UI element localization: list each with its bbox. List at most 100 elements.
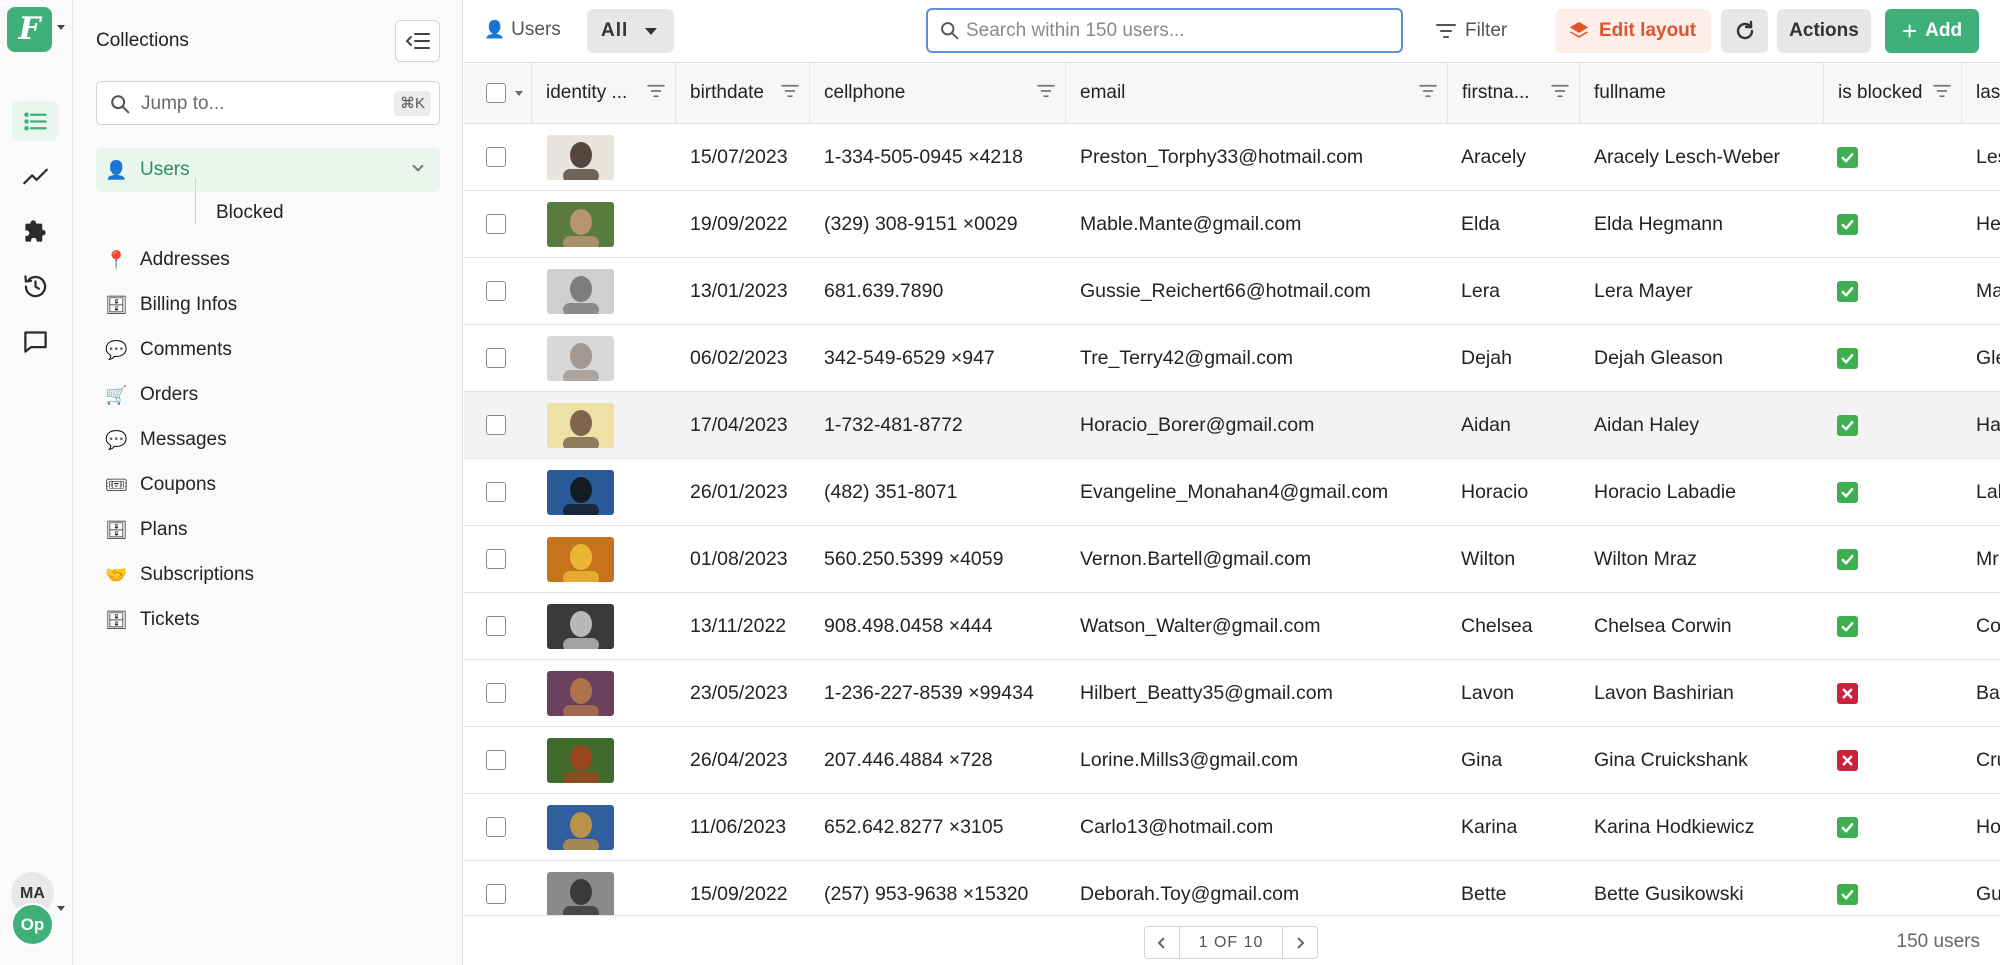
sidebar-item-plans[interactable]: 🗄 Plans (96, 508, 440, 552)
row-checkbox[interactable] (486, 750, 506, 770)
previous-page-button[interactable] (1145, 927, 1179, 958)
sidebar-item-addresses[interactable]: 📍 Addresses (96, 238, 440, 282)
cell-fullname[interactable]: Lavon Bashirian (1594, 660, 1734, 726)
page-indicator[interactable]: 1 OF 10 (1179, 927, 1283, 958)
row-checkbox[interactable] (486, 817, 506, 837)
column-header-identity[interactable]: identity ... (532, 63, 676, 123)
cell-last[interactable]: Ma (1976, 258, 2000, 324)
collapse-sidebar-button[interactable] (395, 20, 440, 62)
sidebar-item-coupons[interactable]: 🎟 Coupons (96, 463, 440, 507)
avatar[interactable] (547, 135, 614, 180)
table-row[interactable]: 17/04/2023 1-732-481-8772 Horacio_Borer@gm… (464, 392, 2000, 459)
cell-last[interactable]: Gu (1976, 861, 2000, 915)
cell-birthdate[interactable]: 17/04/2023 (690, 392, 788, 458)
row-checkbox[interactable] (486, 482, 506, 502)
sidebar-item-blocked[interactable]: Blocked (216, 202, 284, 224)
cell-cellphone[interactable]: 908.498.0458 ×444 (824, 593, 993, 659)
avatar[interactable] (547, 604, 614, 649)
next-page-button[interactable] (1283, 927, 1317, 958)
cell-cellphone[interactable]: 560.250.5399 ×4059 (824, 526, 1003, 592)
cell-last[interactable]: Ha (1976, 392, 2000, 458)
cell-last[interactable]: Les (1976, 124, 2000, 190)
cell-firstname[interactable]: Wilton (1461, 526, 1515, 592)
sidebar-item-billing-infos[interactable]: 🗄 Billing Infos (96, 283, 440, 327)
cell-last[interactable]: Ba (1976, 660, 2000, 726)
edit-layout-button[interactable]: Edit layout (1555, 9, 1711, 53)
cell-firstname[interactable]: Lera (1461, 258, 1500, 324)
cell-last[interactable]: He (1976, 191, 2000, 257)
cell-birthdate[interactable]: 15/09/2022 (690, 861, 788, 915)
select-all-checkbox[interactable] (486, 83, 506, 103)
cell-cellphone[interactable]: 1-732-481-8772 (824, 392, 963, 458)
cell-fullname[interactable]: Elda Hegmann (1594, 191, 1723, 257)
jump-to-input[interactable]: Jump to... ⌘K (96, 81, 440, 125)
column-header-fullname[interactable]: fullname (1580, 63, 1824, 123)
cell-last[interactable]: Lab (1976, 459, 2000, 525)
column-header-firstname[interactable]: firstna... (1448, 63, 1580, 123)
workspace-avatar[interactable]: Op (11, 903, 54, 946)
add-button[interactable]: + Add (1885, 9, 1979, 53)
cell-email[interactable]: Hilbert_Beatty35@gmail.com (1080, 660, 1333, 726)
rail-collections-button[interactable] (12, 101, 58, 141)
cell-cellphone[interactable]: (329) 308-9151 ×0029 (824, 191, 1018, 257)
cell-fullname[interactable]: Lera Mayer (1594, 258, 1693, 324)
search-input[interactable] (966, 16, 1386, 46)
cell-is-blocked[interactable] (1837, 325, 1858, 391)
cell-last[interactable]: Cru (1976, 727, 2000, 793)
cell-fullname[interactable]: Karina Hodkiewicz (1594, 794, 1754, 860)
avatar[interactable] (547, 336, 614, 381)
cell-email[interactable]: Gussie_Reichert66@hotmail.com (1080, 258, 1371, 324)
column-filter-icon[interactable] (1037, 84, 1055, 98)
cell-fullname[interactable]: Aracely Lesch-Weber (1594, 124, 1780, 190)
segment-select[interactable]: All (587, 9, 674, 53)
cell-is-blocked[interactable] (1837, 459, 1858, 525)
table-row[interactable]: 23/05/2023 1-236-227-8539 ×99434 Hilbert_B… (464, 660, 2000, 727)
avatar[interactable] (547, 805, 614, 850)
collection-breadcrumb[interactable]: 👤 Users (484, 19, 561, 41)
sidebar-item-users[interactable]: 👤 Users (96, 148, 440, 192)
cell-is-blocked[interactable] (1837, 526, 1858, 592)
cell-email[interactable]: Evangeline_Monahan4@gmail.com (1080, 459, 1388, 525)
rail-analytics-button[interactable] (12, 156, 58, 196)
cell-email[interactable]: Tre_Terry42@gmail.com (1080, 325, 1293, 391)
column-filter-icon[interactable] (1551, 84, 1569, 98)
table-row[interactable]: 15/09/2022 (257) 953-9638 ×15320 Deborah.T… (464, 861, 2000, 915)
avatar[interactable] (547, 202, 614, 247)
column-filter-icon[interactable] (1419, 84, 1437, 98)
cell-is-blocked[interactable] (1837, 727, 1858, 793)
column-header-email[interactable]: email (1066, 63, 1448, 123)
rail-integrations-button[interactable] (12, 211, 58, 251)
cell-firstname[interactable]: Elda (1461, 191, 1500, 257)
cell-birthdate[interactable]: 19/09/2022 (690, 191, 788, 257)
cell-email[interactable]: Watson_Walter@gmail.com (1080, 593, 1321, 659)
column-header-is-blocked[interactable]: is blocked (1824, 63, 1962, 123)
cell-cellphone[interactable]: 681.639.7890 (824, 258, 943, 324)
cell-firstname[interactable]: Lavon (1461, 660, 1514, 726)
cell-birthdate[interactable]: 06/02/2023 (690, 325, 788, 391)
row-checkbox[interactable] (486, 683, 506, 703)
table-row[interactable]: 19/09/2022 (329) 308-9151 ×0029 Mable.Mant… (464, 191, 2000, 258)
cell-cellphone[interactable]: 652.642.8277 ×3105 (824, 794, 1003, 860)
cell-firstname[interactable]: Gina (1461, 727, 1502, 793)
cell-firstname[interactable]: Horacio (1461, 459, 1528, 525)
cell-birthdate[interactable]: 26/04/2023 (690, 727, 788, 793)
row-checkbox[interactable] (486, 214, 506, 234)
cell-email[interactable]: Horacio_Borer@gmail.com (1080, 392, 1314, 458)
chevron-down-icon[interactable] (412, 160, 424, 172)
cell-birthdate[interactable]: 15/07/2023 (690, 124, 788, 190)
cell-cellphone[interactable]: 1-236-227-8539 ×99434 (824, 660, 1034, 726)
cell-firstname[interactable]: Chelsea (1461, 593, 1533, 659)
avatar[interactable] (547, 403, 614, 448)
cell-birthdate[interactable]: 26/01/2023 (690, 459, 788, 525)
avatar[interactable] (547, 872, 614, 915)
cell-firstname[interactable]: Karina (1461, 794, 1517, 860)
sidebar-item-comments[interactable]: 💬 Comments (96, 328, 440, 372)
cell-email[interactable]: Carlo13@hotmail.com (1080, 794, 1273, 860)
cell-birthdate[interactable]: 11/06/2023 (690, 794, 786, 860)
app-logo[interactable]: F (7, 7, 52, 52)
cell-fullname[interactable]: Chelsea Corwin (1594, 593, 1732, 659)
cell-is-blocked[interactable] (1837, 794, 1858, 860)
cell-birthdate[interactable]: 13/01/2023 (690, 258, 788, 324)
cell-last[interactable]: Gle (1976, 325, 2000, 391)
table-row[interactable]: 06/02/2023 342-549-6529 ×947 Tre_Terry42@g… (464, 325, 2000, 392)
